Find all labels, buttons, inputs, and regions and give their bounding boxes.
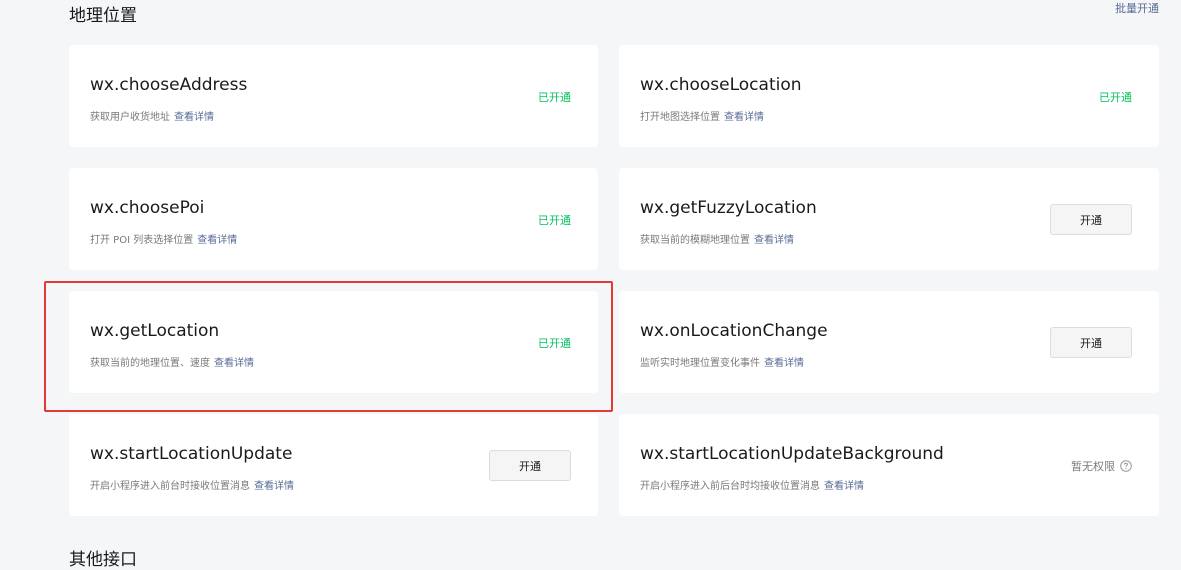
api-card-grid: wx.chooseAddress 获取用户收货地址 查看详情 已开通 wx.choose… <box>69 45 1159 516</box>
view-details-link[interactable]: 查看详情 <box>214 358 254 369</box>
help-circle-icon[interactable] <box>1120 460 1132 472</box>
api-description: 打开 POI 列表选择位置 查看详情 <box>90 231 237 246</box>
api-card: wx.onLocationChange 监听实时地理位置变化事件 查看详情 开通 <box>619 291 1159 393</box>
api-card: wx.getLocation 获取当前的地理位置、速度 查看详情 已开通 <box>69 291 598 393</box>
api-description: 监听实时地理位置变化事件 查看详情 <box>640 354 804 369</box>
api-description-text: 获取当前的模糊地理位置 <box>640 235 750 246</box>
api-name: wx.startLocationUpdateBackground <box>640 444 944 464</box>
api-name: wx.chooseLocation <box>640 75 802 95</box>
status-opened: 已开通 <box>538 91 571 104</box>
bulk-open-link[interactable]: 批量开通 <box>1115 0 1159 16</box>
view-details-link[interactable]: 查看详情 <box>764 358 804 369</box>
no-permission-label: 暂无权限 <box>1071 460 1115 473</box>
api-description: 开启小程序进入前后台时均接收位置消息 查看详情 <box>640 477 864 492</box>
api-description-text: 打开地图选择位置 <box>640 112 720 123</box>
api-card: wx.chooseLocation 打开地图选择位置 查看详情 已开通 <box>619 45 1159 147</box>
api-card: wx.choosePoi 打开 POI 列表选择位置 查看详情 已开通 <box>69 168 598 270</box>
api-description: 获取用户收货地址 查看详情 <box>90 108 214 123</box>
api-description-text: 打开 POI 列表选择位置 <box>90 235 194 246</box>
api-description: 打开地图选择位置 查看详情 <box>640 108 764 123</box>
view-details-link[interactable]: 查看详情 <box>724 112 764 123</box>
api-description: 开启小程序进入前台时接收位置消息 查看详情 <box>90 477 294 492</box>
api-description: 获取当前的地理位置、速度 查看详情 <box>90 354 254 369</box>
api-name: wx.onLocationChange <box>640 321 828 341</box>
api-card: wx.startLocationUpdate 开启小程序进入前台时接收位置消息 查看… <box>69 414 598 516</box>
api-description-text: 获取用户收货地址 <box>90 112 170 123</box>
status-opened: 已开通 <box>538 214 571 227</box>
api-description-text: 监听实时地理位置变化事件 <box>640 358 760 369</box>
api-name: wx.chooseAddress <box>90 75 248 95</box>
view-details-link[interactable]: 查看详情 <box>197 235 237 246</box>
view-details-link[interactable]: 查看详情 <box>754 235 794 246</box>
api-name: wx.getFuzzyLocation <box>640 198 817 218</box>
open-button[interactable]: 开通 <box>489 450 571 481</box>
open-button[interactable]: 开通 <box>1050 204 1132 235</box>
api-description-text: 开启小程序进入前台时接收位置消息 <box>90 481 250 492</box>
section-title: 地理位置 <box>69 6 137 26</box>
api-description: 获取当前的模糊地理位置 查看详情 <box>640 231 794 246</box>
api-card: wx.getFuzzyLocation 获取当前的模糊地理位置 查看详情 开通 <box>619 168 1159 270</box>
api-name: wx.startLocationUpdate <box>90 444 293 464</box>
view-details-link[interactable]: 查看详情 <box>824 481 864 492</box>
view-details-link[interactable]: 查看详情 <box>174 112 214 123</box>
next-section-title: 其他接口 <box>69 550 137 570</box>
status-opened: 已开通 <box>1099 91 1132 104</box>
api-name: wx.choosePoi <box>90 198 205 218</box>
api-card: wx.startLocationUpdateBackground 开启小程序进入前… <box>619 414 1159 516</box>
api-name: wx.getLocation <box>90 321 220 341</box>
api-card: wx.chooseAddress 获取用户收货地址 查看详情 已开通 <box>69 45 598 147</box>
view-details-link[interactable]: 查看详情 <box>254 481 294 492</box>
status-opened: 已开通 <box>538 337 571 350</box>
open-button[interactable]: 开通 <box>1050 327 1132 358</box>
no-permission-status: 暂无权限 <box>1071 458 1132 474</box>
api-description-text: 开启小程序进入前后台时均接收位置消息 <box>640 481 820 492</box>
api-description-text: 获取当前的地理位置、速度 <box>90 358 210 369</box>
